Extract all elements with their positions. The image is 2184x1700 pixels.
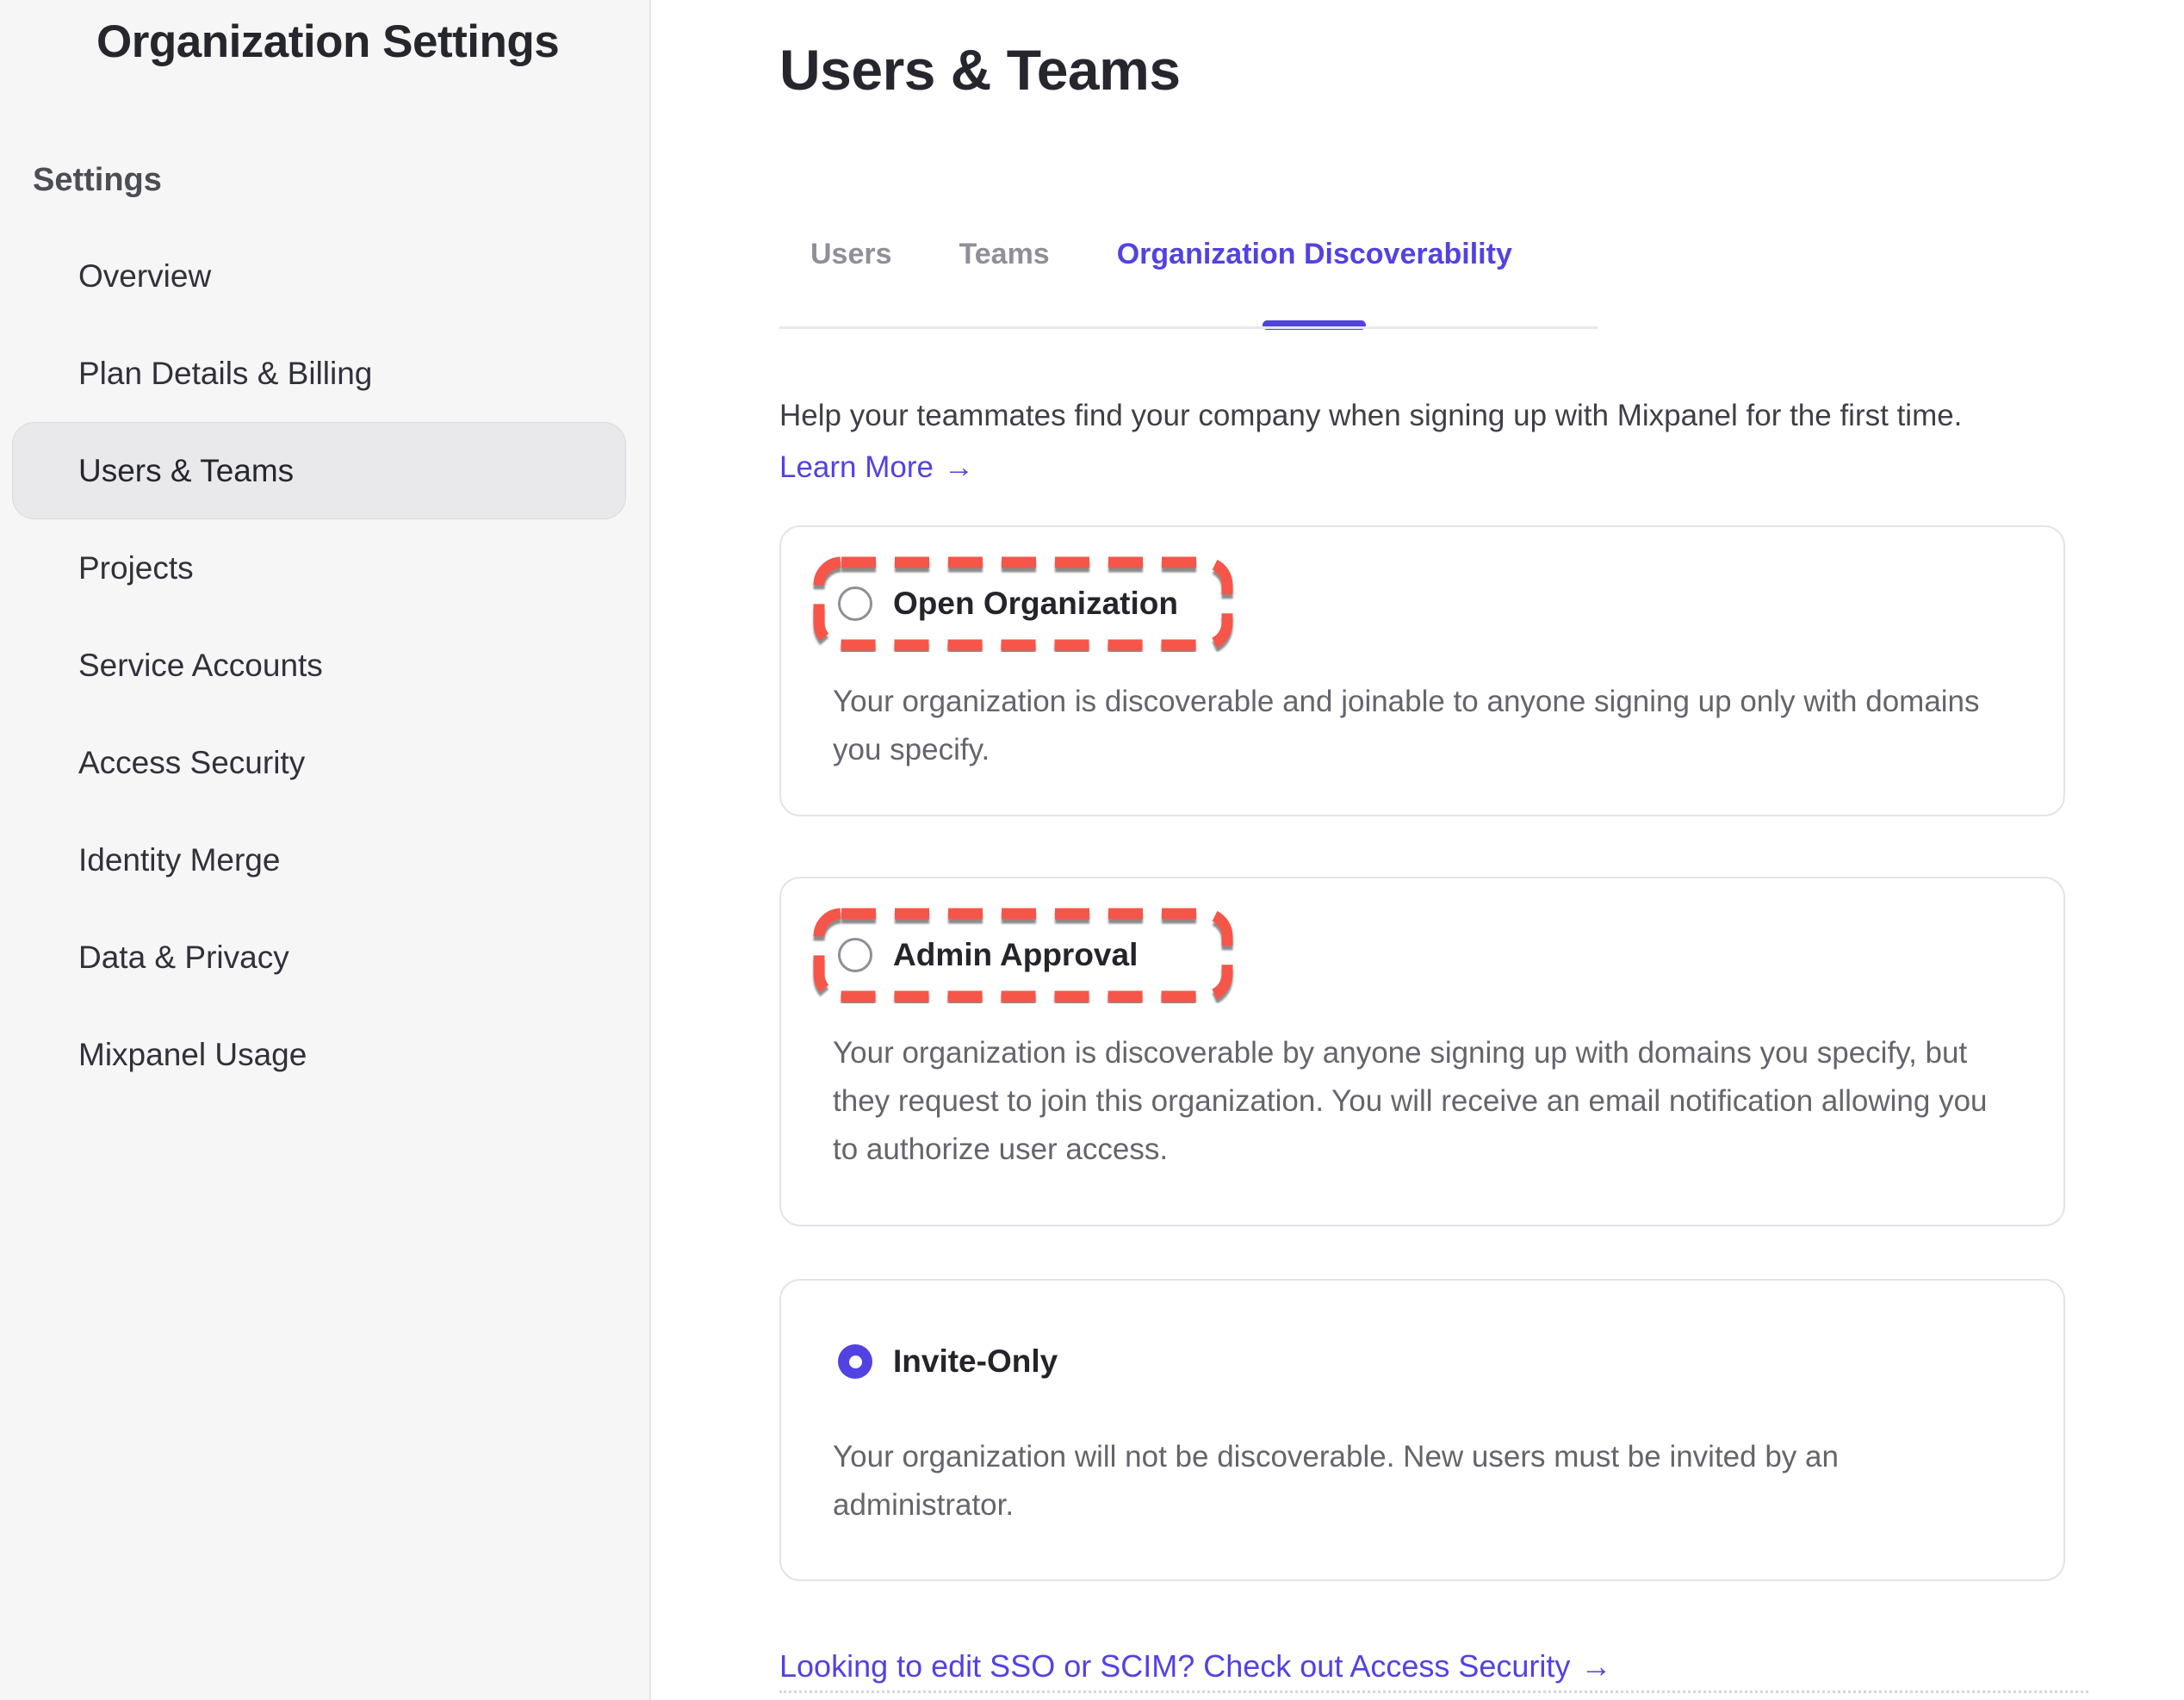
sidebar-item-projects[interactable]: Projects (12, 519, 626, 617)
learn-more-label: Learn More (779, 446, 934, 489)
tab-list: Users Teams Organization Discoverability (779, 236, 2184, 272)
learn-more-link[interactable]: Learn More → (779, 446, 974, 489)
radio-open-organization[interactable] (838, 586, 872, 621)
tab-organization-discoverability[interactable]: Organization Discoverability (1117, 236, 1512, 272)
sidebar-item-data-privacy[interactable]: Data & Privacy (12, 909, 626, 1006)
sidebar-item-plan-details-billing[interactable]: Plan Details & Billing (12, 325, 626, 422)
tab-label: Users (810, 238, 892, 270)
tab-label: Organization Discoverability (1117, 238, 1512, 270)
option-row-open-organization[interactable]: Open Organization (812, 555, 1234, 652)
option-description: Your organization will not be discoverab… (833, 1433, 2012, 1529)
radio-invite-only[interactable] (838, 1344, 872, 1379)
main-content: Users & Teams Users Teams Organization Dis… (651, 0, 2184, 1700)
option-card-open-organization: Open Organization Your organization is d… (779, 525, 2065, 816)
sidebar-nav: OverviewPlan Details & BillingUsers & Te… (12, 227, 626, 1103)
option-label: Admin Approval (893, 937, 1138, 973)
tab-label: Teams (959, 238, 1050, 270)
sidebar-item-users-teams[interactable]: Users & Teams (12, 422, 626, 519)
access-security-link[interactable]: Looking to edit SSO or SCIM? Check out A… (779, 1645, 1611, 1688)
option-card-admin-approval: Admin Approval Your organization is disc… (779, 877, 2065, 1226)
option-row-admin-approval[interactable]: Admin Approval (812, 907, 1234, 1003)
page-title: Users & Teams (779, 0, 2184, 102)
tab-users[interactable]: Users (810, 236, 892, 272)
sidebar-item-service-accounts[interactable]: Service Accounts (12, 617, 626, 714)
arrow-right-icon: → (1580, 1645, 1611, 1688)
option-label: Open Organization (893, 586, 1178, 622)
option-label: Invite-Only (893, 1343, 1058, 1380)
sidebar: Organization Settings Settings OverviewP… (0, 0, 651, 1700)
intro-text: Help your teammates find your company wh… (779, 394, 2123, 437)
sidebar-item-overview[interactable]: Overview (12, 227, 626, 325)
tab-divider (779, 326, 1598, 329)
sidebar-item-mixpanel-usage[interactable]: Mixpanel Usage (12, 1006, 626, 1103)
option-description: Your organization is discoverable and jo… (833, 678, 2012, 774)
bottom-divider (779, 1691, 2088, 1693)
tab-teams[interactable]: Teams (959, 236, 1050, 272)
option-description: Your organization is discoverable by any… (833, 1029, 2012, 1174)
sidebar-title: Organization Settings (96, 16, 559, 69)
arrow-right-icon: → (944, 446, 974, 489)
radio-admin-approval[interactable] (838, 938, 872, 972)
sidebar-item-access-security[interactable]: Access Security (12, 714, 626, 811)
sidebar-section-label: Settings (33, 160, 162, 200)
option-card-invite-only: Invite-Only Your organization will not b… (779, 1279, 2065, 1581)
option-row-invite-only[interactable]: Invite-Only (812, 1313, 1234, 1410)
access-security-label: Looking to edit SSO or SCIM? Check out A… (779, 1645, 1570, 1688)
sidebar-item-identity-merge[interactable]: Identity Merge (12, 811, 626, 909)
tab-bar: Users Teams Organization Discoverability (779, 236, 2184, 329)
